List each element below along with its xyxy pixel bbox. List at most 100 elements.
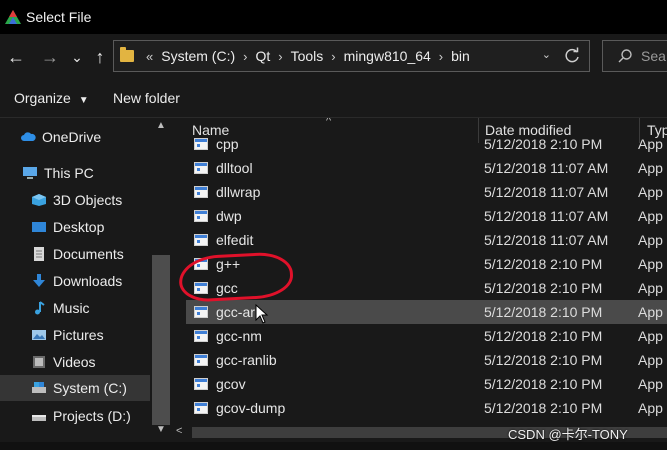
file-type: App	[638, 160, 663, 176]
file-date: 5/12/2018 2:10 PM	[484, 304, 603, 320]
breadcrumb-mingw[interactable]: mingw810_64	[344, 48, 431, 64]
breadcrumb-qt[interactable]: Qt	[255, 48, 270, 64]
file-name: dwp	[216, 208, 242, 224]
new-folder-button[interactable]: New folder	[113, 90, 180, 106]
application-icon	[194, 306, 208, 318]
application-icon	[194, 210, 208, 222]
breadcrumb-separator: ›	[331, 48, 336, 64]
up-button[interactable]: ↑	[90, 46, 110, 68]
pictures-icon	[32, 330, 46, 340]
desktop-icon	[32, 222, 46, 232]
file-row[interactable]: cpp 5/12/2018 2:10 PM App	[186, 132, 667, 156]
application-icon	[194, 330, 208, 342]
sidebar-item-label: Projects (D:)	[53, 408, 131, 424]
drive-icon	[32, 415, 46, 421]
scroll-down-icon[interactable]: ▼	[150, 424, 172, 435]
application-icon	[194, 378, 208, 390]
mouse-cursor-icon	[255, 304, 269, 324]
application-icon	[194, 138, 208, 150]
file-type: App	[638, 400, 663, 416]
file-name: gcov-dump	[216, 400, 286, 416]
file-row[interactable]: gcov-dump 5/12/2018 2:10 PM App	[186, 396, 667, 420]
application-icon	[194, 234, 208, 246]
breadcrumb-overflow[interactable]: «	[146, 49, 153, 64]
qt-app-icon	[5, 10, 21, 24]
file-date: 5/12/2018 2:10 PM	[484, 256, 603, 272]
forward-button[interactable]: →	[40, 46, 60, 68]
music-icon	[35, 301, 45, 315]
search-placeholder: Sea	[641, 48, 666, 64]
file-date: 5/12/2018 11:07 AM	[484, 184, 609, 200]
file-date: 5/12/2018 2:10 PM	[484, 328, 603, 344]
sidebar-item-label: Downloads	[53, 273, 123, 289]
breadcrumb-system-c[interactable]: System (C:)	[161, 48, 235, 64]
file-row[interactable]: gcc-ranlib 5/12/2018 2:10 PM App	[186, 348, 667, 372]
search-icon	[618, 49, 632, 63]
document-icon	[34, 247, 44, 261]
sidebar-scroll-thumb[interactable]	[152, 255, 170, 425]
drive-icon	[32, 382, 46, 393]
title-bar: Select File	[0, 0, 667, 34]
file-date: 5/12/2018 11:07 AM	[484, 232, 609, 248]
file-date: 5/12/2018 11:07 AM	[484, 160, 609, 176]
file-name: dlltool	[216, 160, 253, 176]
sidebar-item-label: System (C:)	[53, 380, 127, 396]
file-name: dllwrap	[216, 184, 261, 200]
dialog-bottom-edge	[0, 442, 667, 450]
sidebar-scrollbar[interactable]: ▲ ▼	[150, 118, 172, 442]
file-type: App	[638, 328, 663, 344]
sidebar-item-onedrive[interactable]: OneDrive	[20, 124, 170, 150]
window-title: Select File	[26, 9, 92, 25]
file-row[interactable]: gcov 5/12/2018 2:10 PM App	[186, 372, 667, 396]
file-name: cpp	[216, 136, 239, 152]
recent-locations-button[interactable]: ⌄	[70, 46, 84, 68]
folder-icon	[120, 47, 134, 62]
application-icon	[194, 186, 208, 198]
watermark: CSDN @卡尔-TONY	[508, 427, 628, 442]
file-row[interactable]: elfedit 5/12/2018 11:07 AM App	[186, 228, 667, 252]
file-row[interactable]: dlltool 5/12/2018 11:07 AM App	[186, 156, 667, 180]
file-type: App	[638, 304, 663, 320]
file-row[interactable]: dllwrap 5/12/2018 11:07 AM App	[186, 180, 667, 204]
sidebar-item-label: OneDrive	[42, 129, 102, 145]
file-row[interactable]: gcc-nm 5/12/2018 2:10 PM App	[186, 324, 667, 348]
file-name: elfedit	[216, 232, 254, 248]
download-icon	[33, 274, 45, 287]
scroll-left-icon[interactable]: <	[176, 425, 182, 437]
file-date: 5/12/2018 2:10 PM	[484, 136, 603, 152]
file-name: gcc-ranlib	[216, 352, 277, 368]
sidebar-item-label: Videos	[53, 354, 96, 370]
sidebar-item-label: Desktop	[53, 219, 105, 235]
file-date: 5/12/2018 2:10 PM	[484, 280, 603, 296]
breadcrumb-separator: ›	[278, 48, 283, 64]
cube-icon	[32, 194, 46, 206]
sidebar-item-system-c[interactable]: System (C:)	[0, 375, 150, 401]
breadcrumb-tools[interactable]: Tools	[291, 48, 324, 64]
cloud-icon	[21, 132, 36, 141]
file-date: 5/12/2018 2:10 PM	[484, 400, 603, 416]
back-button[interactable]: ←	[6, 46, 26, 68]
file-name: gcov	[216, 376, 246, 392]
file-type: App	[638, 352, 663, 368]
file-date: 5/12/2018 2:10 PM	[484, 376, 603, 392]
sidebar-item-label: 3D Objects	[53, 192, 123, 208]
scroll-up-icon[interactable]: ▲	[150, 120, 172, 131]
breadcrumb-separator: ›	[438, 48, 444, 64]
organize-label: Organize	[14, 90, 71, 106]
navigation-bar: ← → ⌄ ↑ « System (C:) › Qt › Tools › min…	[0, 34, 667, 80]
sidebar-item-label: Music	[53, 300, 90, 316]
sort-ascending-icon: ^	[326, 118, 332, 127]
navigation-pane: OneDrive This PC 3D Objects Desktop Docu…	[0, 118, 172, 442]
application-icon	[194, 402, 208, 414]
address-bar[interactable]: « System (C:) › Qt › Tools › mingw810_64…	[113, 40, 590, 72]
breadcrumb-bin[interactable]: bin	[451, 48, 470, 64]
refresh-icon[interactable]	[561, 45, 583, 67]
file-type: App	[638, 184, 663, 200]
application-icon	[194, 162, 208, 174]
organize-menu[interactable]: Organize ▼	[14, 90, 89, 106]
address-dropdown-icon[interactable]: ⌄	[542, 48, 551, 61]
search-box[interactable]: Sea	[602, 40, 667, 72]
sidebar-item-label: Documents	[53, 246, 124, 262]
file-row[interactable]: dwp 5/12/2018 11:07 AM App	[186, 204, 667, 228]
file-date: 5/12/2018 11:07 AM	[484, 208, 609, 224]
